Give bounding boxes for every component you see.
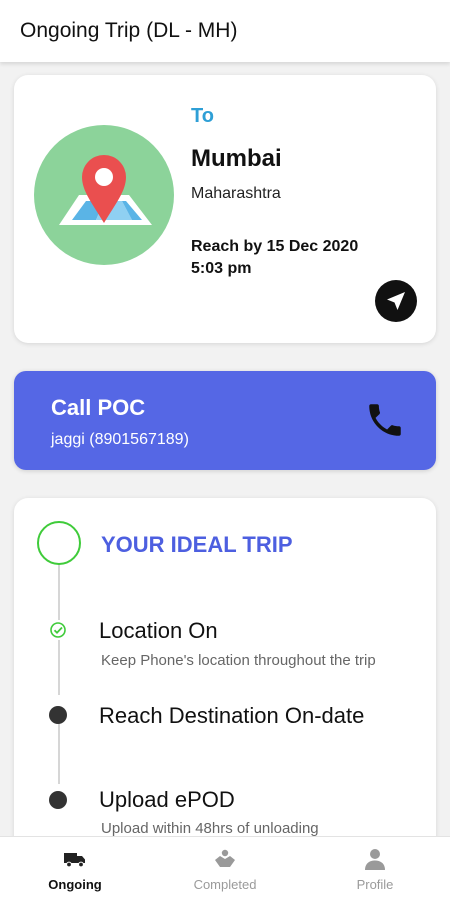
map-icon <box>34 125 174 265</box>
destination-city: Mumbai <box>191 145 282 172</box>
nav-item-label: Ongoing <box>48 877 102 892</box>
check-icon <box>48 620 68 640</box>
person-icon <box>365 849 385 870</box>
nav-item-profile[interactable]: Profile <box>300 837 450 900</box>
navigation-arrow-icon <box>387 292 405 310</box>
app-bar: Ongoing Trip (DL - MH) <box>0 0 450 62</box>
bottom-nav: Ongoing Completed Profile <box>0 836 450 900</box>
step-dot-icon <box>49 791 67 809</box>
timeline-line <box>58 564 60 624</box>
step-dot-icon <box>49 706 67 724</box>
handshake-icon <box>215 849 235 867</box>
navigate-button[interactable] <box>375 280 417 322</box>
call-poc-button[interactable]: Call POC jaggi (8901567189) <box>14 371 436 470</box>
phone-icon <box>369 404 401 436</box>
trip-title: YOUR IDEAL TRIP <box>101 532 293 557</box>
timeline-line <box>58 640 60 695</box>
step-title: Upload ePOD <box>99 787 235 812</box>
step-subtitle: Keep Phone's location throughout the tri… <box>101 652 376 669</box>
reach-by-text: Reach by 15 Dec 2020 5:03 pm <box>191 238 359 277</box>
truck-icon <box>64 853 85 868</box>
trip-start-ring-icon <box>37 521 81 565</box>
nav-item-ongoing[interactable]: Ongoing <box>0 837 150 900</box>
destination-card: To Mumbai Maharashtra Reach by 15 Dec 20… <box>14 75 436 343</box>
nav-item-label: Completed <box>193 877 257 892</box>
page-title: Ongoing Trip (DL - MH) <box>20 19 238 42</box>
destination-state: Maharashtra <box>191 185 281 202</box>
timeline-line <box>58 724 60 784</box>
nav-item-label: Profile <box>356 877 394 892</box>
poc-contact: jaggi (8901567189) <box>51 431 189 448</box>
step-title: Location On <box>99 618 218 643</box>
nav-item-completed[interactable]: Completed <box>150 837 300 900</box>
call-poc-title: Call POC <box>51 395 146 420</box>
ideal-trip-card: YOUR IDEAL TRIP Location On Keep Phone's… <box>14 498 436 858</box>
to-label: To <box>191 105 214 127</box>
step-title: Reach Destination On-date <box>99 703 365 728</box>
